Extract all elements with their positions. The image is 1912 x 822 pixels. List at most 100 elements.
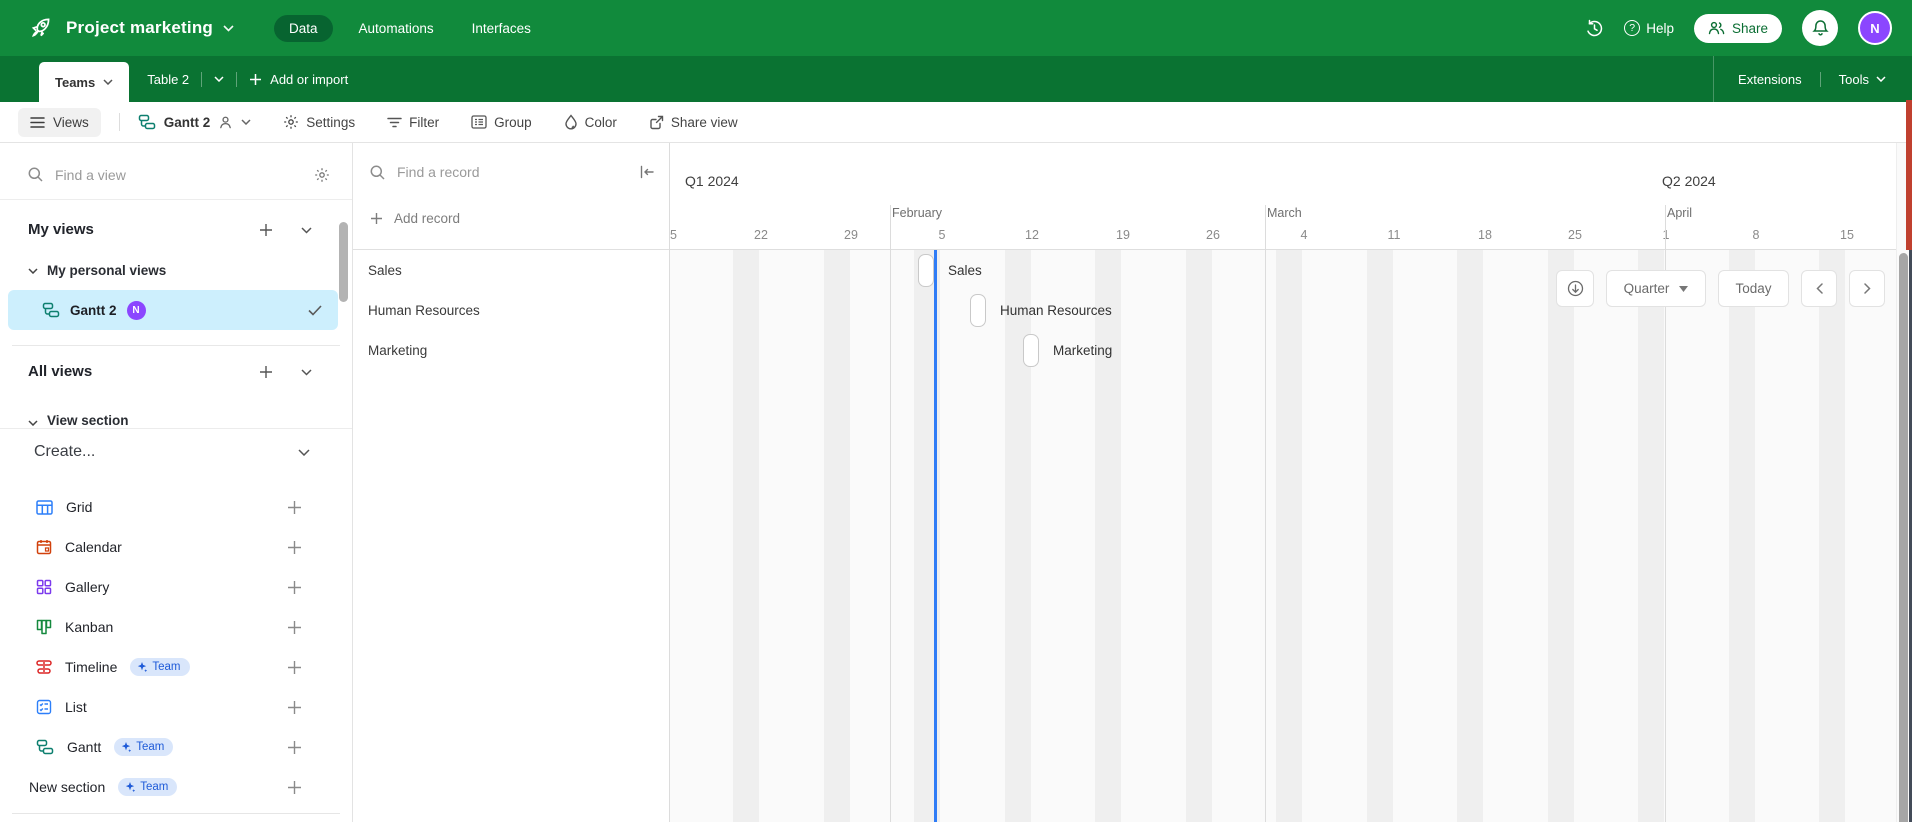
views-button[interactable]: Views bbox=[18, 107, 101, 137]
sidebar-divider bbox=[12, 345, 340, 346]
create-grid-plus-icon[interactable] bbox=[287, 500, 302, 515]
clipped-view-section[interactable]: View section bbox=[28, 413, 318, 428]
create-kanban-plus-icon[interactable] bbox=[287, 620, 302, 635]
share-label: Share bbox=[1731, 20, 1768, 36]
gantt-bar-sales[interactable] bbox=[918, 254, 934, 287]
find-view-input[interactable] bbox=[55, 166, 302, 183]
record-row-sales[interactable]: Sales bbox=[353, 250, 669, 290]
create-gantt-plus-icon[interactable] bbox=[287, 740, 302, 755]
create-panel-divider bbox=[12, 813, 340, 814]
avatar[interactable]: N bbox=[1858, 11, 1892, 45]
weekend-band bbox=[1638, 250, 1664, 822]
my-views-chevron-down-icon[interactable] bbox=[301, 226, 312, 234]
rocket-logo-icon[interactable] bbox=[28, 15, 54, 41]
create-chevron-down-icon[interactable] bbox=[298, 449, 310, 456]
create-item-label: Calendar bbox=[65, 539, 122, 555]
create-item-timeline[interactable]: Timeline Team bbox=[36, 647, 316, 687]
team-badge: Team bbox=[114, 738, 174, 756]
record-row-human-resources[interactable]: Human Resources bbox=[353, 290, 669, 330]
tab-teams-chevron-down-icon bbox=[103, 79, 113, 85]
share-view-button[interactable]: Share view bbox=[649, 115, 738, 130]
collaborator-icon bbox=[220, 116, 232, 128]
create-item-gantt[interactable]: Gantt Team bbox=[36, 727, 316, 767]
color-button[interactable]: Color bbox=[564, 114, 617, 130]
date-tick: 26 bbox=[1206, 228, 1220, 242]
check-icon bbox=[308, 304, 322, 316]
find-record-input[interactable] bbox=[397, 164, 627, 180]
nav-data[interactable]: Data bbox=[274, 14, 333, 42]
tables-chevron-down-icon[interactable] bbox=[214, 76, 224, 82]
tools-button[interactable]: Tools bbox=[1839, 72, 1886, 87]
create-item-gallery[interactable]: Gallery bbox=[36, 567, 316, 607]
gallery-icon bbox=[36, 579, 52, 595]
gantt-view-icon bbox=[42, 302, 60, 318]
app-title[interactable]: Project marketing bbox=[66, 18, 213, 38]
next-period-button[interactable] bbox=[1849, 270, 1885, 307]
settings-button[interactable]: Settings bbox=[283, 114, 355, 130]
zoom-level-dropdown[interactable]: Quarter bbox=[1606, 270, 1706, 307]
tab-teams[interactable]: Teams bbox=[39, 62, 130, 102]
date-tick: 8 bbox=[1752, 228, 1760, 242]
create-item-new-section[interactable]: New section Team bbox=[29, 767, 309, 807]
gantt-bar-human-resources[interactable] bbox=[970, 294, 986, 327]
nav-interfaces[interactable]: Interfaces bbox=[460, 15, 543, 42]
view-settings-gear-icon[interactable] bbox=[314, 167, 330, 183]
add-or-import-button[interactable]: Add or import bbox=[249, 72, 348, 87]
add-record-label: Add record bbox=[394, 211, 461, 226]
weekend-band bbox=[1819, 250, 1845, 822]
jump-to-bars-button[interactable] bbox=[1556, 270, 1594, 307]
all-views-chevron-down-icon[interactable] bbox=[301, 368, 312, 376]
weekend-band bbox=[1729, 250, 1755, 822]
add-view-plus-icon[interactable] bbox=[259, 223, 273, 237]
share-view-label: Share view bbox=[670, 114, 738, 130]
extensions-button[interactable]: Extensions bbox=[1738, 72, 1802, 87]
create-timeline-plus-icon[interactable] bbox=[287, 660, 302, 675]
month-label-march: March bbox=[1267, 206, 1302, 220]
create-item-label: New section bbox=[29, 779, 106, 795]
plus-icon bbox=[250, 73, 262, 85]
gear-icon bbox=[284, 115, 299, 129]
app-title-chevron-down-icon[interactable] bbox=[223, 24, 234, 32]
create-item-list[interactable]: List bbox=[36, 687, 316, 727]
window-scrollbar-thumb[interactable] bbox=[1899, 253, 1908, 822]
team-badge-label: Team bbox=[152, 661, 181, 673]
create-item-label: Timeline bbox=[65, 659, 118, 675]
sidebar-view-gantt-2[interactable]: Gantt 2 N bbox=[8, 290, 338, 330]
gantt-timeline-panel: Q1 2024 Q2 2024 February March April 15 … bbox=[670, 143, 1912, 822]
top-nav: Data Automations Interfaces bbox=[274, 14, 543, 42]
prev-period-button[interactable] bbox=[1801, 270, 1837, 307]
create-item-kanban[interactable]: Kanban bbox=[36, 607, 316, 647]
collapse-panel-icon[interactable] bbox=[639, 165, 655, 179]
create-item-label: Gantt bbox=[67, 739, 102, 755]
date-tick: 11 bbox=[1387, 228, 1401, 242]
group-button[interactable]: Group bbox=[471, 115, 532, 130]
tab-table-2[interactable]: Table 2 bbox=[147, 72, 189, 87]
add-record-button[interactable]: Add record bbox=[370, 211, 460, 226]
share-button[interactable]: Share bbox=[1693, 13, 1782, 43]
quarter-label-q2: Q2 2024 bbox=[1662, 173, 1716, 189]
help-button[interactable]: ? Help bbox=[1624, 20, 1674, 36]
create-item-calendar[interactable]: Calendar bbox=[36, 527, 316, 567]
create-list-plus-icon[interactable] bbox=[287, 700, 302, 715]
gantt-bar-marketing[interactable] bbox=[1023, 334, 1039, 367]
nav-automations[interactable]: Automations bbox=[347, 15, 446, 42]
circle-down-arrow-icon bbox=[1567, 280, 1583, 297]
filter-button[interactable]: Filter bbox=[387, 115, 439, 130]
notifications-button[interactable] bbox=[1802, 10, 1838, 46]
sidebar-scrollbar-thumb[interactable] bbox=[339, 222, 348, 302]
chevron-right-icon bbox=[1863, 283, 1871, 294]
today-label: Today bbox=[1735, 281, 1772, 296]
record-row-marketing[interactable]: Marketing bbox=[353, 330, 669, 370]
add-all-view-plus-icon[interactable] bbox=[259, 365, 273, 379]
gantt-body[interactable]: Sales Human Resources Marketing bbox=[670, 205, 1912, 822]
create-new-section-plus-icon[interactable] bbox=[287, 780, 302, 795]
create-calendar-plus-icon[interactable] bbox=[287, 540, 302, 555]
table-tab-bar: Teams Table 2 Add or import Extensions T… bbox=[0, 56, 1912, 102]
create-item-grid[interactable]: Grid bbox=[36, 487, 316, 527]
history-icon[interactable] bbox=[1585, 19, 1604, 38]
create-gallery-plus-icon[interactable] bbox=[287, 580, 302, 595]
today-button[interactable]: Today bbox=[1718, 270, 1789, 307]
current-view-button[interactable]: Gantt 2 bbox=[138, 114, 252, 130]
personal-views-section[interactable]: My personal views bbox=[28, 263, 166, 278]
month-label-april: April bbox=[1667, 206, 1693, 220]
